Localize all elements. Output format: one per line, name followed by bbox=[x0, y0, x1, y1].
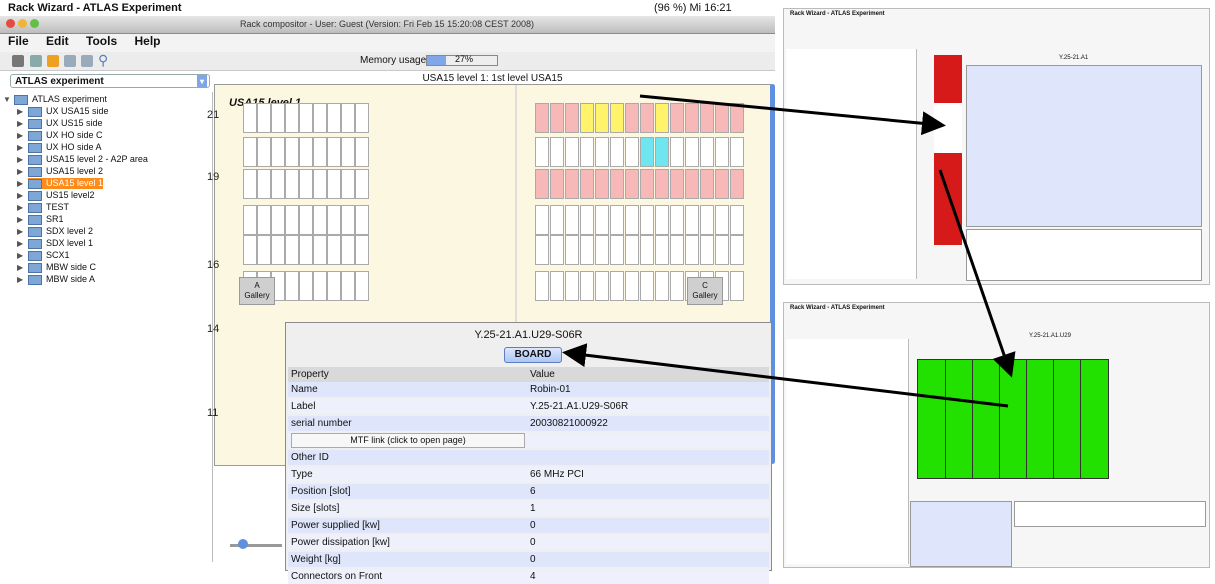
property-key: Connectors on Front bbox=[291, 571, 383, 582]
annotation-arrows bbox=[562, 94, 1016, 408]
arrow-to-board-button bbox=[562, 343, 1009, 408]
arrow-to-rack-thumb bbox=[639, 94, 946, 136]
property-value: 4 bbox=[530, 571, 536, 582]
property-row: Connectors on Front 4 bbox=[288, 569, 769, 584]
arrow-to-board-thumb bbox=[938, 169, 1016, 378]
